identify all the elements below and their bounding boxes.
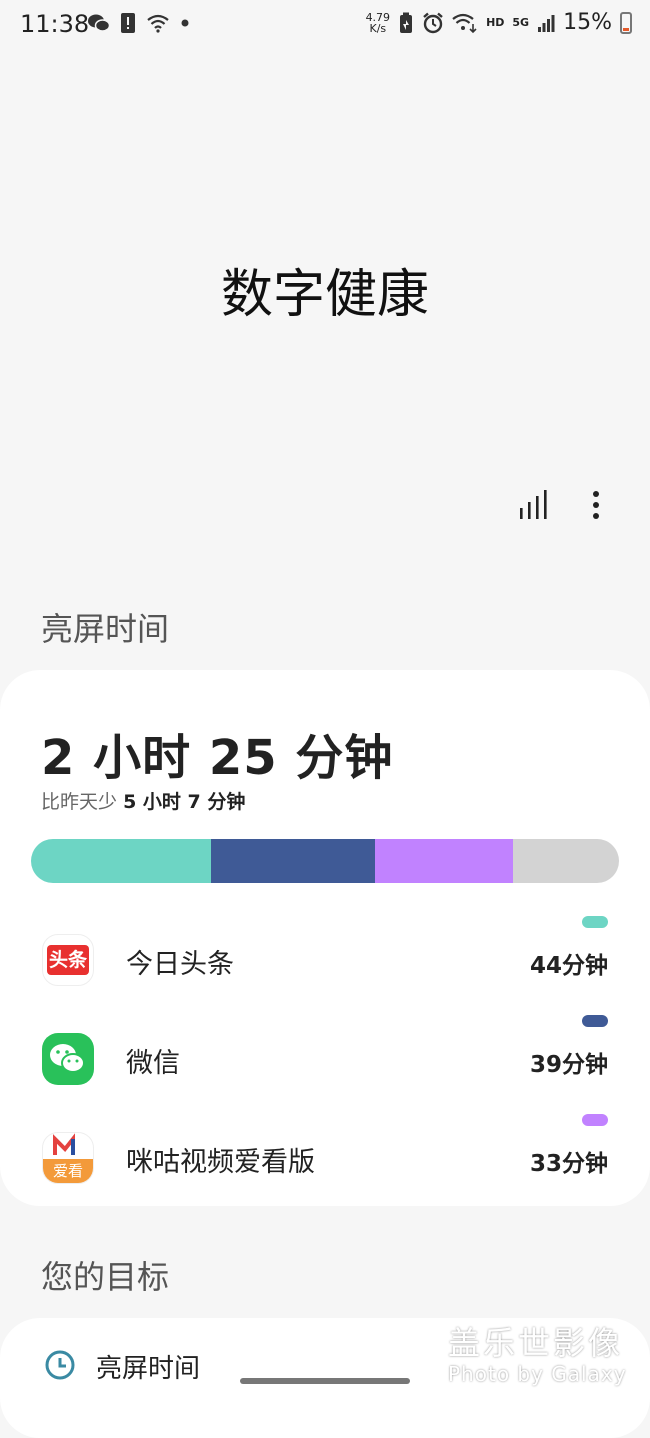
wechat-bubbles-icon [50, 1044, 85, 1073]
stats-icon[interactable] [516, 488, 550, 522]
goals-section-label: 您的目标 [41, 1258, 170, 1296]
hd-indicator: HD [486, 16, 505, 29]
compare-yesterday: 比昨天少 5 小时 7 分钟 [41, 791, 246, 813]
status-bar: 11:38 4.79 K/s HD 5G 15% [0, 0, 650, 52]
migu-logo-icon [53, 1133, 75, 1155]
screen-time-section-label: 亮屏时间 [41, 610, 170, 648]
app-name: 咪咕视频爱看版 [126, 1147, 315, 1178]
app-time: 33分钟 [529, 1151, 608, 1177]
usage-bar-segment [210, 839, 375, 883]
app-row-toutiao[interactable]: 头条 今日头条 44分钟 [0, 916, 650, 996]
usage-bar-segment [31, 839, 211, 883]
battery-saver-icon [400, 12, 413, 33]
more-icon[interactable] [584, 488, 608, 522]
wechat-app-icon [42, 1033, 94, 1085]
alert-icon [121, 13, 135, 33]
usage-bar-segment [513, 839, 619, 883]
toutiao-app-icon: 头条 [42, 934, 94, 986]
status-left-icons [88, 12, 190, 34]
clock-icon [45, 1350, 75, 1380]
battery-percent: 15% [563, 10, 612, 35]
wechat-icon [88, 14, 110, 32]
app-row-wechat[interactable]: 微信 39分钟 [0, 1015, 650, 1095]
wifi-calling-icon [452, 13, 477, 33]
signal-icon [538, 14, 555, 32]
app-time: 39分钟 [529, 1052, 608, 1078]
usage-bar [31, 839, 619, 883]
goal-screen-time-label[interactable]: 亮屏时间 [96, 1348, 200, 1385]
dot-icon [181, 19, 189, 27]
network-speed: 4.79 K/s [365, 10, 391, 35]
watermark: 盖乐世影像 Photo by Galaxy [448, 1324, 627, 1386]
battery-icon [620, 11, 632, 34]
usage-bar-segment [374, 839, 514, 883]
app-color-dot [582, 1114, 608, 1126]
migu-app-icon: 爱看 [42, 1132, 94, 1184]
status-time: 11:38 [20, 10, 90, 38]
app-name: 微信 [126, 1048, 180, 1079]
total-screen-time: 2 小时 25 分钟 [41, 730, 394, 786]
app-color-dot [582, 1015, 608, 1027]
alarm-icon [423, 12, 443, 33]
app-color-dot [582, 916, 608, 928]
wifi-icon [147, 14, 169, 33]
page-title: 数字健康 [220, 265, 429, 325]
app-time: 44分钟 [529, 953, 608, 979]
network-type: 5G [512, 16, 530, 29]
status-right-icons: 4.79 K/s HD 5G 15% [366, 10, 632, 35]
app-name: 今日头条 [126, 949, 234, 980]
app-row-migu[interactable]: 爱看 咪咕视频爱看版 33分钟 [0, 1114, 650, 1194]
home-indicator[interactable] [240, 1378, 410, 1384]
